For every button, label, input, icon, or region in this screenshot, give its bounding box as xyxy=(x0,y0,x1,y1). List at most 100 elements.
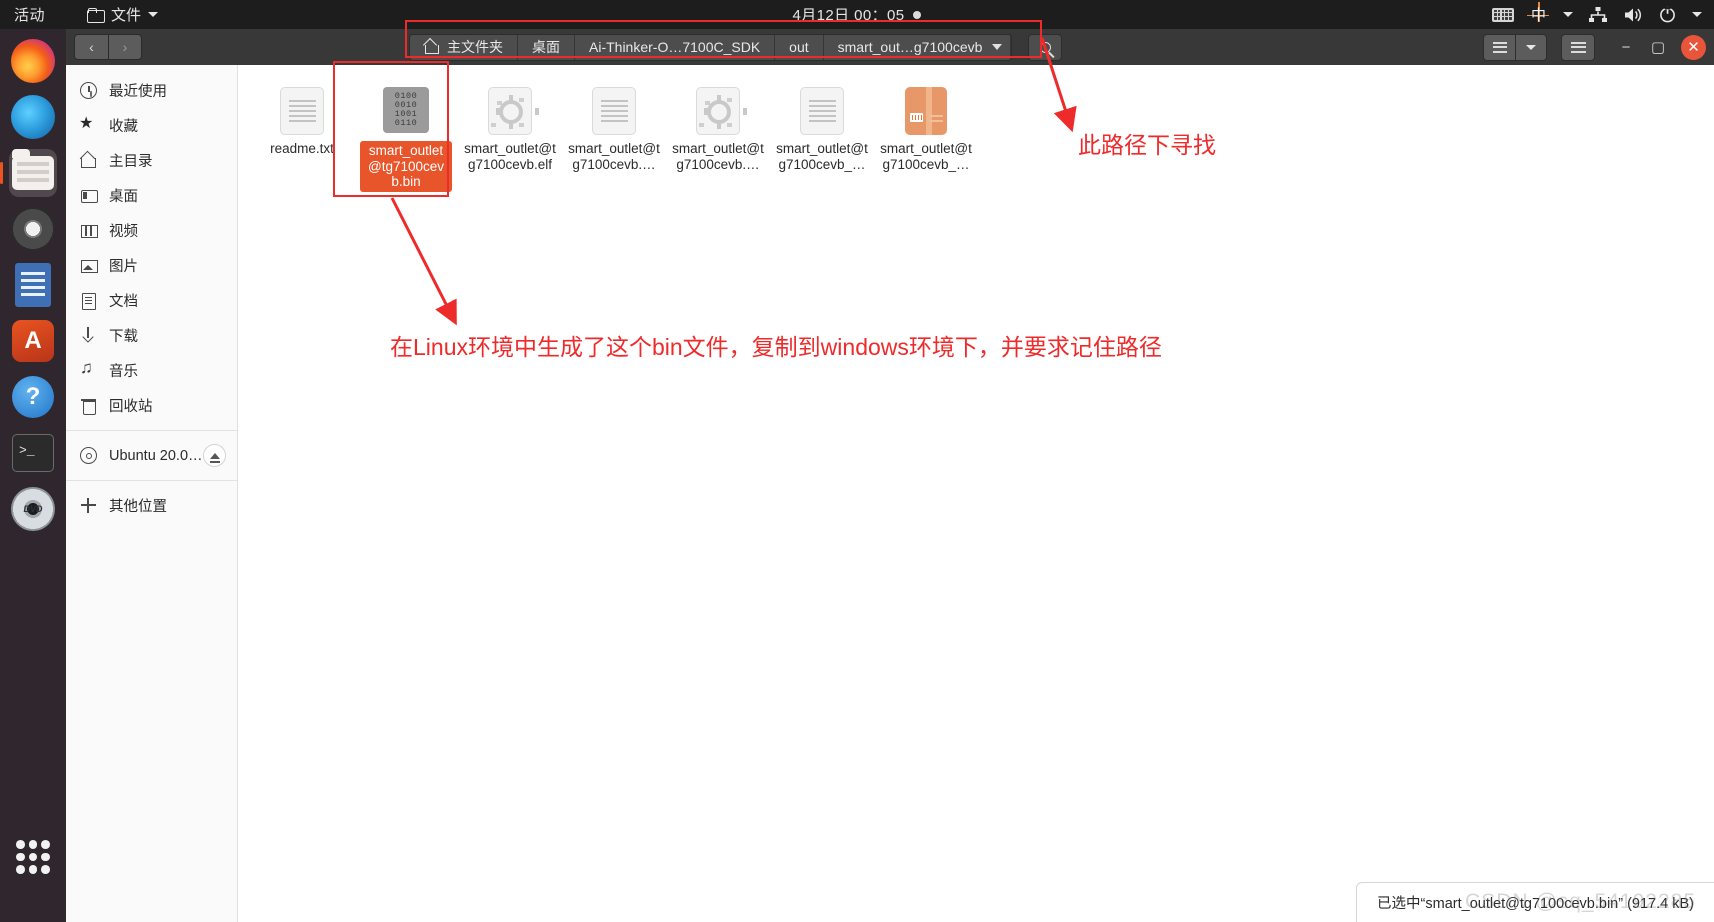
window-controls: − ▢ ✕ xyxy=(1617,34,1706,60)
file-item[interactable]: smart_outlet@tg7100cevb.… xyxy=(562,81,666,192)
header-right-controls: − ▢ ✕ xyxy=(1483,33,1706,61)
sidebar-item-label: 最近使用 xyxy=(109,84,167,100)
picture-icon xyxy=(80,257,98,274)
back-button[interactable]: ‹ xyxy=(74,34,108,60)
dock-item-dvd[interactable] xyxy=(9,485,57,533)
file-name: smart_outlet@tg7100cevb.… xyxy=(672,141,764,172)
archive-file-icon xyxy=(902,87,950,135)
eject-icon xyxy=(209,452,220,463)
dock-item-thunderbird[interactable] xyxy=(9,93,57,141)
files-window: ‹ › 主文件夹 桌面 Ai-Thinker-O…7100C_SDK out s… xyxy=(66,29,1714,922)
annotation-box-path xyxy=(405,20,1042,58)
plus-icon xyxy=(80,497,97,514)
close-button[interactable]: ✕ xyxy=(1681,34,1706,60)
ubuntu-software-icon xyxy=(12,320,54,362)
power-icon[interactable] xyxy=(1658,5,1677,24)
file-item[interactable]: smart_outlet@tg7100cevb.elf xyxy=(458,81,562,192)
annotation-path-hint: 此路径下寻找 xyxy=(1078,132,1216,158)
maximize-button[interactable]: ▢ xyxy=(1649,38,1667,56)
main-menu-button[interactable] xyxy=(1561,33,1595,61)
text-file-icon xyxy=(798,87,846,135)
sidebar-item-desktop[interactable]: 桌面 xyxy=(66,178,237,213)
firefox-icon xyxy=(11,39,55,83)
sidebar-item-label: 回收站 xyxy=(109,399,153,415)
thunderbird-icon xyxy=(11,95,55,139)
dock-item-rhythmbox[interactable] xyxy=(9,205,57,253)
sidebar-item-starred[interactable]: 收藏 xyxy=(66,108,237,143)
music-icon xyxy=(80,358,97,379)
dock-item-ubuntu-software[interactable] xyxy=(9,317,57,365)
star-icon xyxy=(79,113,97,134)
sidebar-item-downloads[interactable]: 下载 xyxy=(66,318,237,353)
file-name: smart_outlet@tg7100cevb.… xyxy=(568,141,660,172)
view-options-dropdown[interactable] xyxy=(1515,33,1547,61)
sidebar-item-documents[interactable]: 文档 xyxy=(66,283,237,318)
sidebar-item-label: 桌面 xyxy=(109,189,138,205)
file-item[interactable]: smart_outlet@tg7100cevb.… xyxy=(666,81,770,192)
ubuntu-dock xyxy=(0,29,66,922)
sidebar-item-label: 图片 xyxy=(109,259,138,275)
system-menu-chevron-icon[interactable] xyxy=(1692,12,1702,17)
text-file-icon xyxy=(278,87,326,135)
sidebar-item-trash[interactable]: 回收站 xyxy=(66,388,237,423)
input-method-indicator[interactable]: 中 xyxy=(1526,2,1550,25)
file-item[interactable]: smart_outlet@tg7100cevb_… xyxy=(874,81,978,192)
navigation-buttons: ‹ › xyxy=(74,34,142,60)
executable-file-icon xyxy=(486,87,534,135)
sidebar-item-label: 收藏 xyxy=(109,119,138,135)
hamburger-menu-icon xyxy=(1570,41,1586,53)
sidebar-item-label: 其他位置 xyxy=(109,499,167,515)
sidebar-item-home[interactable]: 主目录 xyxy=(66,143,237,178)
file-grid: readme.txt 0100 0010 1001 0110 smart_outlet… xyxy=(238,65,1714,192)
sidebar-item-label: 主目录 xyxy=(109,154,153,170)
dock-item-terminal[interactable] xyxy=(9,429,57,477)
sidebar-item-label: 文档 xyxy=(109,294,138,310)
dock-item-firefox[interactable] xyxy=(9,37,57,85)
dock-item-help[interactable] xyxy=(9,373,57,421)
sidebar-item-recent[interactable]: 最近使用 xyxy=(66,73,237,108)
home-icon xyxy=(80,152,97,169)
volume-icon[interactable] xyxy=(1623,6,1643,24)
sidebar-item-pictures[interactable]: 图片 xyxy=(66,248,237,283)
download-icon xyxy=(80,327,97,344)
rhythmbox-icon xyxy=(11,207,55,251)
chevron-down-icon xyxy=(1526,44,1536,50)
text-file-icon xyxy=(590,87,638,135)
chevron-down-icon[interactable] xyxy=(1563,12,1573,17)
screen: 活动 文件 4月12日 00：05 中 A ? >_ DVD ‹ › 主文件夹 … xyxy=(0,0,1714,922)
keyboard-icon[interactable] xyxy=(1491,7,1514,22)
file-view[interactable]: readme.txt 0100 0010 1001 0110 smart_outlet… xyxy=(238,65,1714,922)
trash-icon xyxy=(80,397,97,415)
dvd-icon xyxy=(11,487,55,531)
sidebar-item-videos[interactable]: 视频 xyxy=(66,213,237,248)
sidebar-item-music[interactable]: 音乐 xyxy=(66,353,237,388)
system-tray: 中 xyxy=(1491,2,1702,25)
dock-item-libreoffice-writer[interactable] xyxy=(9,261,57,309)
forward-button[interactable]: › xyxy=(108,34,142,60)
list-view-icon xyxy=(1492,41,1507,53)
show-applications-button[interactable] xyxy=(16,840,50,874)
file-name: smart_outlet@tg7100cevb.elf xyxy=(464,141,556,172)
file-item[interactable]: smart_outlet@tg7100cevb_… xyxy=(770,81,874,192)
sidebar-item-ubuntu-disc[interactable]: Ubuntu 20.0… xyxy=(66,438,237,473)
eject-button[interactable] xyxy=(203,444,226,467)
places-sidebar: 最近使用 收藏 主目录 桌面 视频 图片 xyxy=(66,65,238,922)
annotation-box-file xyxy=(333,61,449,197)
writer-icon xyxy=(15,263,51,307)
sidebar-item-other-locations[interactable]: 其他位置 xyxy=(66,488,237,523)
recent-icon xyxy=(80,82,97,99)
desktop-icon xyxy=(80,187,98,204)
terminal-icon xyxy=(12,434,54,472)
video-icon xyxy=(80,222,98,239)
help-icon xyxy=(12,376,54,418)
disc-icon xyxy=(80,447,97,464)
sidebar-divider xyxy=(66,430,237,431)
status-text: 已选中“smart_outlet@tg7100cevb.bin” (917.4 … xyxy=(1377,896,1694,912)
minimize-button[interactable]: − xyxy=(1617,39,1635,56)
list-view-button[interactable] xyxy=(1483,33,1515,61)
notification-dot-icon xyxy=(913,10,922,19)
dock-item-files[interactable] xyxy=(9,149,57,197)
sidebar-item-label: 音乐 xyxy=(109,364,138,380)
status-bar: 已选中“smart_outlet@tg7100cevb.bin” (917.4 … xyxy=(1356,882,1714,922)
network-icon[interactable] xyxy=(1588,6,1608,24)
